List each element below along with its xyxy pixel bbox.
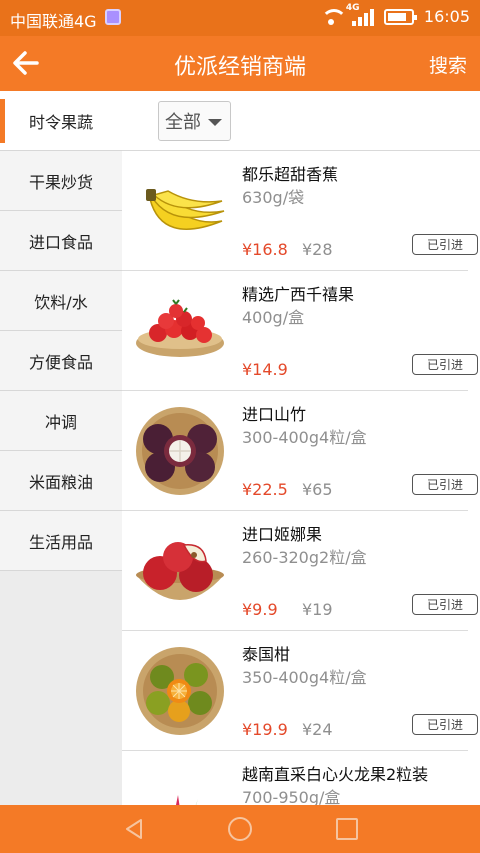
clock: 16:05 <box>423 7 470 26</box>
signal-icon: 4G <box>346 3 374 26</box>
product-original-price: ¥19 <box>302 600 333 619</box>
dropdown-selected-value: 全部 <box>165 112 201 133</box>
product-item[interactable]: 精选广西千禧果 400g/盒 ¥14.9 已引进 <box>122 271 478 391</box>
product-price: ¥22.5 <box>242 480 288 499</box>
product-name: 进口姬娜果 <box>242 525 323 544</box>
product-spec: 400g/盒 <box>242 308 305 327</box>
product-list[interactable]: 都乐超甜香蕉 630g/袋 ¥16.8 ¥28 已引进 精选广西千禧果 400g… <box>122 151 480 805</box>
search-button[interactable]: 搜索 <box>429 51 467 78</box>
sidebar-item-label: 方便食品 <box>28 352 93 372</box>
product-name: 越南直采白心火龙果2粒装 <box>242 765 429 784</box>
product-name: 精选广西千禧果 <box>242 285 355 304</box>
product-name: 泰国柑 <box>242 645 291 664</box>
sidebar-item-imported-food[interactable]: 进口食品 <box>0 211 122 271</box>
banana-image <box>146 189 225 230</box>
product-item[interactable]: 泰国柑 350-400g4粒/盒 ¥19.9 ¥24 已引进 <box>122 631 478 751</box>
battery-icon <box>383 8 417 25</box>
imported-status-button[interactable]: 已引进 <box>412 594 478 615</box>
sidebar-item-grain-oil[interactable]: 米面粮油 <box>0 451 122 511</box>
carrier-label: 中国联通4G <box>10 12 97 31</box>
wifi-icon <box>320 8 347 25</box>
product-spec: 700-950g/盒 <box>242 788 341 805</box>
imported-status-button[interactable]: 已引进 <box>412 354 478 375</box>
page-title: 优派经销商端 <box>173 55 306 80</box>
mangosteen-image <box>136 407 224 495</box>
system-navigation-bar <box>0 805 480 853</box>
sidebar-item-dried-nuts[interactable]: 干果炒货 <box>0 151 122 211</box>
product-original-price: ¥24 <box>302 720 333 739</box>
product-original-price: ¥28 <box>302 240 333 259</box>
product-price: ¥16.8 <box>242 240 288 259</box>
apple-image <box>136 542 224 600</box>
sidebar-item-seasonal-produce[interactable]: 时令果蔬 <box>0 91 122 151</box>
sidebar-item-label: 时令果蔬 <box>28 112 93 132</box>
product-spec: 300-400g4粒/盒 <box>242 428 367 447</box>
network-type-label: 4G <box>345 2 360 13</box>
sidebar-item-label: 进口食品 <box>28 232 93 252</box>
product-item[interactable]: 都乐超甜香蕉 630g/袋 ¥16.8 ¥28 已引进 <box>122 151 478 271</box>
nav-recent-apps-icon[interactable] <box>336 818 358 840</box>
product-price: ¥19.9 <box>242 720 288 739</box>
product-item[interactable]: 越南直采白心火龙果2粒装 700-950g/盒 <box>122 751 468 805</box>
sidebar-item-beverage-mixes[interactable]: 冲调 <box>0 391 122 451</box>
product-spec: 260-320g2粒/盒 <box>242 548 367 567</box>
category-filter-dropdown[interactable]: 全部 <box>158 101 231 141</box>
imported-status-button[interactable]: 已引进 <box>412 234 478 255</box>
status-bar: 中国联通4G 4G 16:05 <box>0 0 480 36</box>
product-name: 都乐超甜香蕉 <box>242 165 339 184</box>
product-item[interactable]: 进口山竹 300-400g4粒/盒 ¥22.5 ¥65 已引进 <box>122 391 478 511</box>
product-name: 进口山竹 <box>242 405 307 424</box>
app-bar: 优派经销商端 搜索 <box>0 36 480 91</box>
sidebar-item-label: 饮料/水 <box>34 292 88 312</box>
product-original-price: ¥65 <box>302 480 333 499</box>
product-spec: 350-400g4粒/盒 <box>242 668 367 687</box>
sidebar-item-label: 干果炒货 <box>28 172 93 192</box>
product-price: ¥9.9 <box>242 600 278 619</box>
sidebar-item-label: 冲调 <box>44 412 77 432</box>
sidebar-item-label: 米面粮油 <box>28 472 93 492</box>
imported-status-button[interactable]: 已引进 <box>412 474 478 495</box>
product-item[interactable]: 进口姬娜果 260-320g2粒/盒 ¥9.9 ¥19 已引进 <box>122 511 478 631</box>
sidebar-item-daily-goods[interactable]: 生活用品 <box>0 511 122 571</box>
product-spec: 630g/袋 <box>242 188 305 207</box>
chevron-down-icon <box>208 119 222 126</box>
product-price: ¥14.9 <box>242 360 288 379</box>
sidebar-item-instant-food[interactable]: 方便食品 <box>0 331 122 391</box>
cherry-tomato-image <box>136 299 224 357</box>
sidebar-item-label: 生活用品 <box>28 532 93 552</box>
category-sidebar: 时令果蔬 干果炒货 进口食品 饮料/水 方便食品 冲调 米面粮油 生活用品 <box>0 91 122 805</box>
filter-bar: 全部 <box>122 91 480 151</box>
sidebar-item-drinks[interactable]: 饮料/水 <box>0 271 122 331</box>
dragon-fruit-image <box>176 795 198 805</box>
nav-home-icon[interactable] <box>228 817 252 841</box>
nav-back-icon[interactable] <box>122 817 146 841</box>
gallery-notification-icon <box>105 9 121 25</box>
tangerine-image <box>136 647 224 735</box>
status-icons: 4G 16:05 <box>320 3 470 26</box>
imported-status-button[interactable]: 已引进 <box>412 714 478 735</box>
